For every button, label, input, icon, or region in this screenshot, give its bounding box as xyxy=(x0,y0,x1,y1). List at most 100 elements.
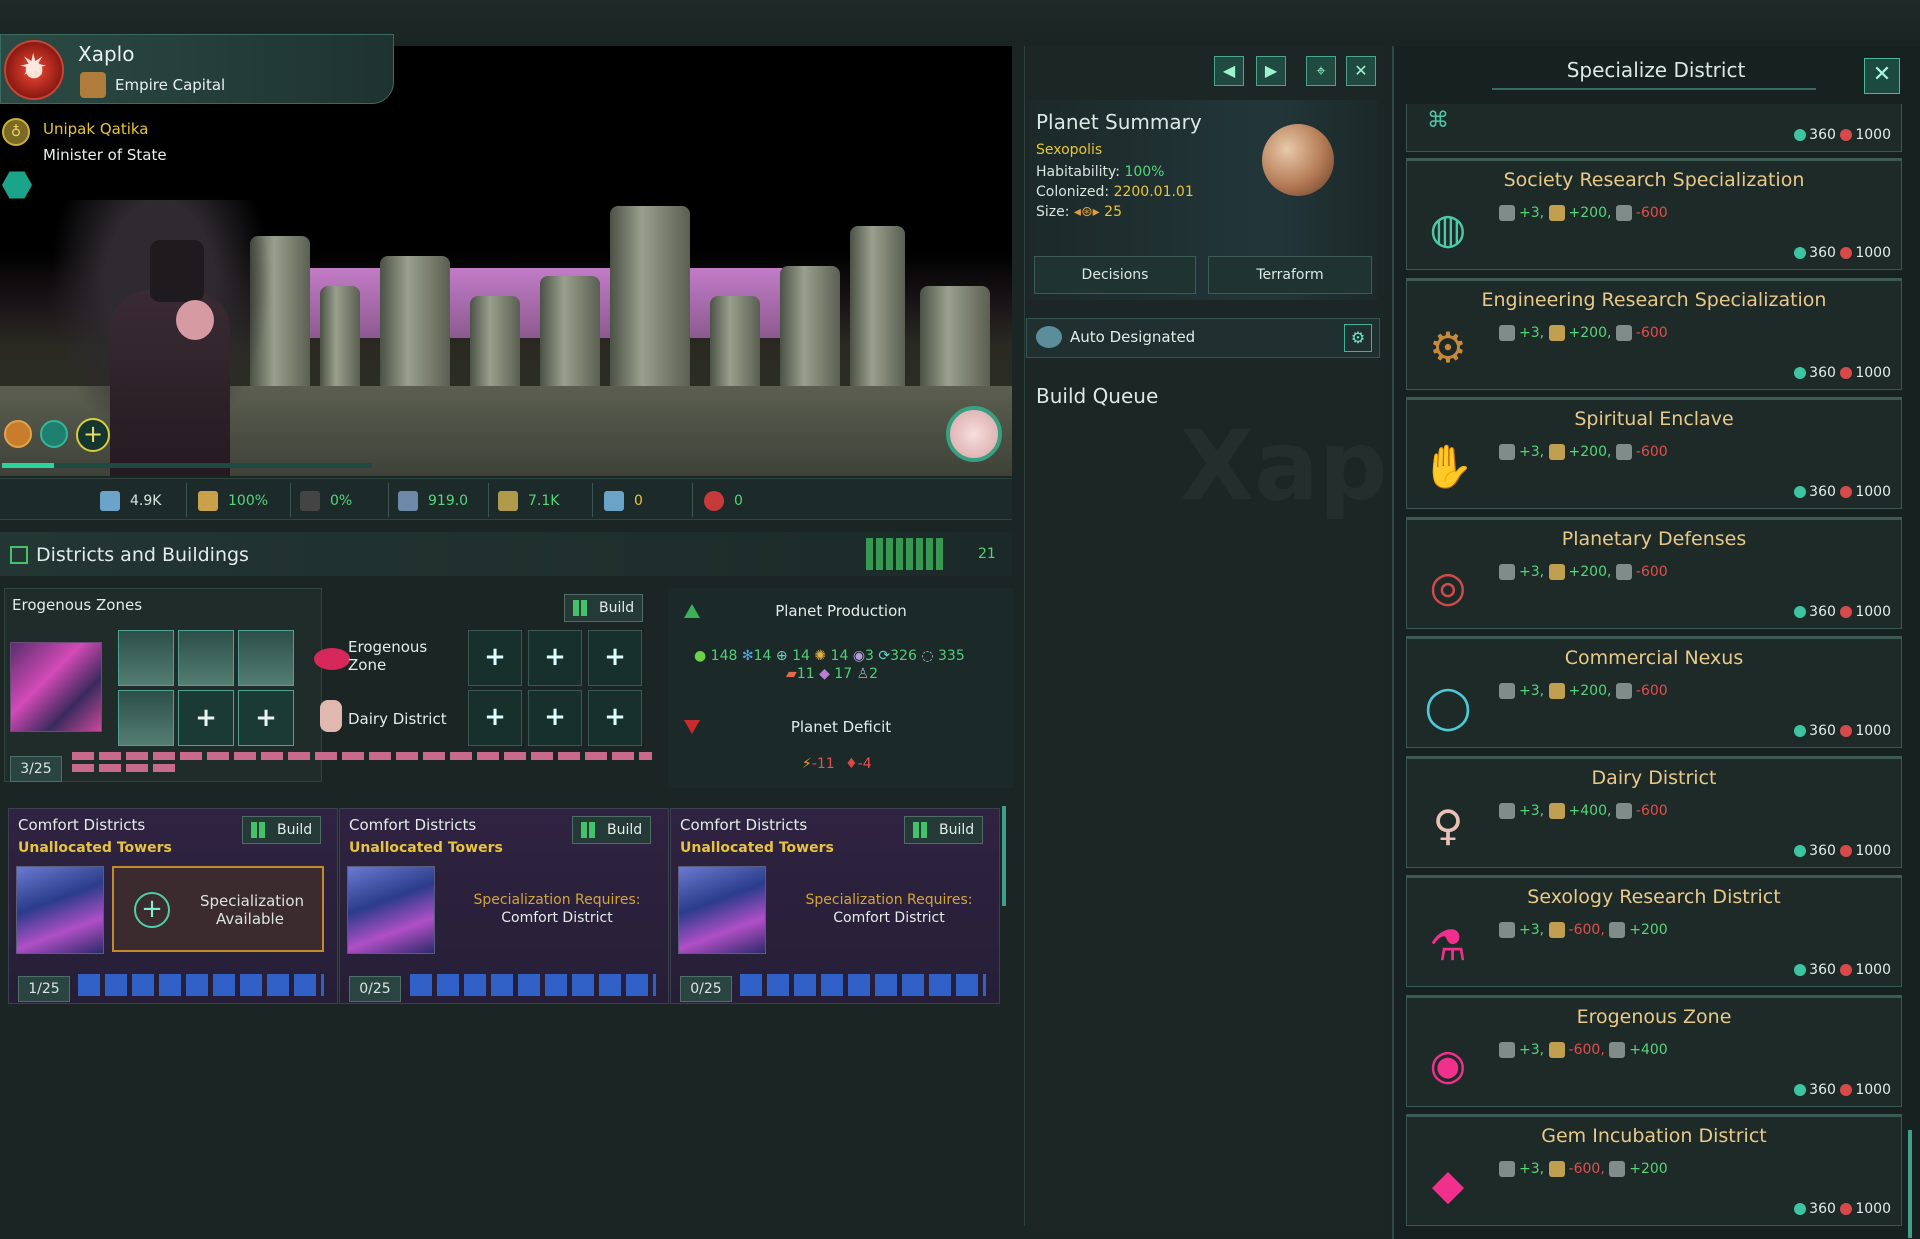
planet-name[interactable]: Xaplo xyxy=(78,42,134,66)
habitability-line: Habitability: 100% xyxy=(1036,164,1165,180)
colonized-line: Colonized: 2200.01.01 xyxy=(1036,184,1194,200)
comfort-count: 0/25 xyxy=(680,976,732,1002)
spec-card[interactable]: Spiritual Enclave ✋ +3, +200, -600 360 1000 xyxy=(1406,397,1902,509)
empty-building-slot[interactable]: + xyxy=(238,690,294,746)
dairy-icon: ♀ xyxy=(1432,801,1464,850)
production-row-2[interactable]: ▰11 ◆ 17 ♙2 xyxy=(786,666,878,682)
spec-card[interactable]: Sexology Research District ⚗ +3, -600, +20… xyxy=(1406,875,1902,987)
leader-role: Minister of State xyxy=(43,146,167,164)
stat-devastation[interactable]: 0 xyxy=(704,491,743,511)
erogenous-zone-label: Erogenous Zone xyxy=(348,638,428,674)
add-erogenous-district-button[interactable]: + xyxy=(468,630,522,686)
comfort-district-title: Comfort Districts xyxy=(349,816,477,834)
production-row-1[interactable]: ● 148 ✻14 ⊕ 14 ✺ 14 ◉3 ⟳326 ◌ 335 xyxy=(694,648,965,664)
title-underline xyxy=(1492,88,1816,90)
erogenous-build-button[interactable]: Build xyxy=(564,594,644,622)
lips-icon: ◉ xyxy=(1429,1040,1467,1089)
leader-badge-icon[interactable]: ♁ xyxy=(2,118,30,146)
close-planet-button[interactable]: ✕ xyxy=(1346,56,1376,86)
add-dairy-district-button[interactable]: + xyxy=(468,690,522,746)
erogenous-count: 3/25 xyxy=(10,756,62,782)
stat-crime[interactable]: 0% xyxy=(300,491,352,511)
building-slots-count: 21 xyxy=(978,546,996,562)
spec-card[interactable]: Society Research Specialization ◍ +3, +200… xyxy=(1406,158,1902,270)
close-icon[interactable]: ✕ xyxy=(1864,58,1900,94)
spec-card[interactable]: Engineering Research Specialization ⚙ +3, … xyxy=(1406,277,1902,390)
spec-card-partial[interactable]: ⌘ 360 1000 xyxy=(1406,104,1902,152)
stat-pops[interactable]: 4.9K xyxy=(100,491,161,511)
comfort-district-subtitle: Unallocated Towers xyxy=(18,840,172,856)
districts-scrollbar[interactable] xyxy=(1002,806,1006,906)
comfort-district-image xyxy=(16,866,104,954)
decisions-button[interactable]: Decisions xyxy=(1034,256,1196,294)
building-slot[interactable] xyxy=(238,630,294,686)
spec-card[interactable]: Gem Incubation District ◆ +3, -600, +200 36… xyxy=(1406,1114,1902,1226)
building-slots-icon xyxy=(866,538,946,570)
building-slot[interactable] xyxy=(118,630,174,686)
pause-icon[interactable] xyxy=(4,420,32,448)
spec-card[interactable]: Erogenous Zone ◉ +3, -600, +400 360 1000 xyxy=(1406,994,1902,1107)
spec-scrollbar[interactable] xyxy=(1908,1130,1912,1238)
stat-free-jobs[interactable]: 0 xyxy=(604,491,643,511)
spec-cost: 360 1000 xyxy=(1794,723,1891,739)
planet-modifier-icon[interactable] xyxy=(946,406,1002,462)
leader-name[interactable]: Unipak Qatika xyxy=(43,120,148,138)
add-erogenous-district-button[interactable]: + xyxy=(588,630,642,686)
growth-progress-bar xyxy=(2,463,372,468)
add-erogenous-district-button[interactable]: + xyxy=(528,630,582,686)
spec-cost: 360 1000 xyxy=(1794,1082,1891,1098)
target-icon: ◎ xyxy=(1429,562,1467,611)
empire-emblem-icon[interactable] xyxy=(4,40,64,100)
add-icon[interactable]: + xyxy=(76,418,110,452)
size-line: Size: ◂⊛▸ 25 xyxy=(1036,204,1122,220)
spec-card[interactable]: Dairy District ♀ +3, +400, -600 360 1000 xyxy=(1406,755,1902,868)
spec-card-title: Gem Incubation District xyxy=(1541,1125,1767,1147)
comfort-build-button[interactable]: Build xyxy=(904,816,984,844)
spec-card[interactable]: Commercial Nexus ◯ +3, +200, -600 360 1000 xyxy=(1406,636,1902,748)
add-dairy-district-button[interactable]: + xyxy=(528,690,582,746)
gear-icon: ⚙ xyxy=(1429,323,1467,372)
building-slot[interactable] xyxy=(178,630,234,686)
specialization-requires-value: Comfort District xyxy=(501,910,613,926)
stat-amenities[interactable]: 919.0 xyxy=(398,491,468,511)
tree-icon[interactable] xyxy=(40,420,68,448)
dairy-icon xyxy=(320,700,342,732)
planet-globe-image[interactable] xyxy=(1262,124,1334,196)
district-capacity-bars-filled xyxy=(72,764,180,772)
focus-camera-button[interactable]: ⌖ xyxy=(1306,56,1336,86)
planet-class-name: Sexopolis xyxy=(1036,142,1103,158)
planet-deficit-title: Planet Deficit xyxy=(790,718,892,736)
spec-card-title: Engineering Research Specialization xyxy=(1481,288,1827,311)
dairy-district-label: Dairy District xyxy=(348,710,447,728)
hands-icon: ✋ xyxy=(1421,442,1475,491)
comfort-build-button[interactable]: Build xyxy=(242,816,322,844)
deficit-row[interactable]: ⚡-11 ♦-4 xyxy=(802,756,872,772)
terraform-button[interactable]: Terraform xyxy=(1208,256,1372,294)
planet-summary-title: Planet Summary xyxy=(1036,110,1202,134)
spec-effects: +3, -600, +200 xyxy=(1499,922,1668,938)
spec-effects: +3, +200, -600 xyxy=(1499,683,1668,699)
lips-icon xyxy=(314,648,350,670)
build-queue-title: Build Queue xyxy=(1036,384,1159,408)
stat-housing[interactable]: 7.1K xyxy=(498,491,559,511)
erogenous-zones-image xyxy=(10,642,102,732)
spec-card[interactable]: Planetary Defenses ◎ +3, +200, -600 360 100… xyxy=(1406,516,1902,629)
spec-card-title: Sexology Research District xyxy=(1527,886,1781,908)
spec-cost: 360 1000 xyxy=(1794,484,1891,500)
gear-icon[interactable]: ⚙ xyxy=(1344,324,1372,352)
spec-cost: 360 1000 xyxy=(1794,127,1891,143)
spec-card-title: Planetary Defenses xyxy=(1561,527,1747,550)
building-slot[interactable] xyxy=(118,690,174,746)
designation-icon xyxy=(1036,326,1062,348)
add-dairy-district-button[interactable]: + xyxy=(588,690,642,746)
add-specialization-icon: + xyxy=(134,892,170,928)
spec-effects: +3, +200, -600 xyxy=(1499,444,1668,460)
spec-card-title: Commercial Nexus xyxy=(1564,647,1744,669)
comfort-count: 0/25 xyxy=(349,976,401,1002)
specialization-requires-value: Comfort District xyxy=(833,910,945,926)
next-planet-button[interactable]: ▶ xyxy=(1256,56,1286,86)
previous-planet-button[interactable]: ◀ xyxy=(1214,56,1244,86)
empty-building-slot[interactable]: + xyxy=(178,690,234,746)
stat-stability[interactable]: 100% xyxy=(198,491,268,511)
comfort-build-button[interactable]: Build xyxy=(572,816,652,844)
